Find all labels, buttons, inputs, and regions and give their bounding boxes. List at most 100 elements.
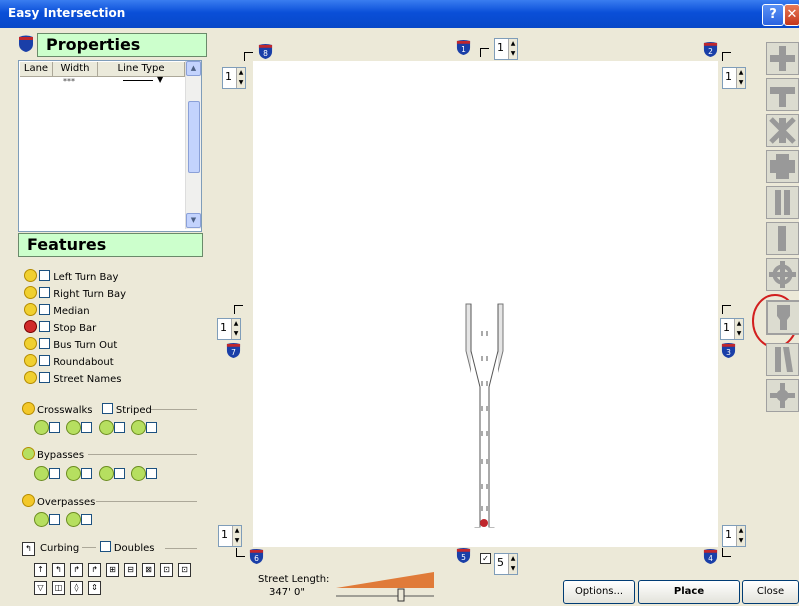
spinner-arrows-icon[interactable]: ▲ ▼ bbox=[232, 526, 241, 546]
street-length-slider[interactable] bbox=[334, 570, 438, 604]
leg-8-shield-icon[interactable]: 8 bbox=[258, 44, 273, 59]
leg-5-shield-icon[interactable]: 5 bbox=[456, 548, 471, 563]
right-turn-bay-checkbox[interactable] bbox=[39, 287, 50, 298]
bus-turn-out-checkbox[interactable] bbox=[39, 338, 50, 349]
crosswalks-group: Crosswalks Striped bbox=[22, 402, 152, 416]
column-header-width[interactable]: Width bbox=[53, 62, 98, 77]
tool-diagonal-intersection[interactable] bbox=[766, 114, 799, 147]
curb-style-3-icon[interactable]: ↱ bbox=[70, 563, 83, 577]
tool-parallel-roads[interactable] bbox=[766, 186, 799, 219]
close-button[interactable]: Close bbox=[742, 580, 799, 604]
scroll-up-icon[interactable]: ▲ bbox=[186, 61, 201, 76]
feature-street-names[interactable]: Street Names bbox=[24, 371, 121, 387]
bypass-c-checkbox[interactable] bbox=[113, 468, 125, 479]
striped-checkbox[interactable] bbox=[101, 403, 113, 414]
crosswalk-c-checkbox[interactable] bbox=[113, 422, 125, 433]
spinner-arrows-icon[interactable]: ▲ ▼ bbox=[736, 68, 745, 88]
title-bar[interactable]: Easy Intersection ? ✕ bbox=[0, 0, 799, 28]
place-button[interactable]: Place bbox=[638, 580, 740, 604]
curb-style-12-icon[interactable]: ◊ bbox=[70, 581, 83, 595]
intersection-canvas[interactable] bbox=[253, 61, 718, 547]
feature-bus-turn-out[interactable]: Bus Turn Out bbox=[24, 337, 117, 353]
leg-4-shield-icon[interactable]: 4 bbox=[703, 549, 718, 564]
bypass-d-checkbox[interactable] bbox=[146, 468, 158, 479]
roundabout-checkbox[interactable] bbox=[39, 355, 50, 366]
curbing-icon: ↰ bbox=[22, 542, 35, 556]
leg-2-shield-icon[interactable]: 2 bbox=[703, 42, 718, 57]
top-left-spinner[interactable]: 1 ▲ ▼ bbox=[222, 67, 246, 89]
divider bbox=[165, 548, 197, 549]
options-button[interactable]: Options... bbox=[563, 580, 635, 604]
tool-cross-roundabout[interactable] bbox=[766, 379, 799, 412]
overpass-b-checkbox[interactable] bbox=[81, 514, 93, 525]
left-turn-bay-checkbox[interactable] bbox=[39, 270, 50, 281]
curb-style-5-icon[interactable]: ⊞ bbox=[106, 563, 119, 577]
bypass-a-checkbox[interactable] bbox=[49, 468, 60, 479]
line-type-dropdown-icon[interactable]: ▼ bbox=[157, 75, 163, 84]
leg-3-shield-icon[interactable]: 3 bbox=[721, 343, 736, 358]
bottom-left-spinner[interactable]: 1 ▲ ▼ bbox=[218, 525, 242, 547]
mid-right-spinner[interactable]: 1 ▲ ▼ bbox=[720, 318, 744, 340]
curb-style-13-icon[interactable]: ⇕ bbox=[88, 581, 101, 595]
spinner-arrows-icon[interactable]: ▲ ▼ bbox=[736, 526, 745, 546]
spinner-arrows-icon[interactable]: ▲ ▼ bbox=[508, 39, 517, 59]
tool-lane-taper[interactable] bbox=[766, 300, 799, 335]
column-header-lane[interactable]: Lane bbox=[20, 62, 53, 77]
straight-road-icon bbox=[778, 226, 786, 251]
tool-t-intersection[interactable] bbox=[766, 78, 799, 111]
feature-median[interactable]: Median bbox=[24, 303, 90, 319]
properties-scrollbar[interactable]: ▲ ▼ bbox=[185, 61, 201, 229]
tool-wide-intersection[interactable] bbox=[766, 150, 799, 183]
mid-left-spinner[interactable]: 1 ▲ ▼ bbox=[217, 318, 241, 340]
tool-offset-road[interactable] bbox=[766, 343, 799, 376]
curb-style-10-icon[interactable]: ▽ bbox=[34, 581, 47, 595]
tool-straight-road[interactable] bbox=[766, 222, 799, 255]
feature-left-turn-bay[interactable]: Left Turn Bay bbox=[24, 269, 118, 285]
feature-right-turn-bay[interactable]: Right Turn Bay bbox=[24, 286, 126, 302]
bottom-right-spinner[interactable]: 1 ▲ ▼ bbox=[722, 525, 746, 547]
top-center-spinner[interactable]: 1 ▲ ▼ bbox=[494, 38, 518, 60]
help-button[interactable]: ? bbox=[762, 4, 784, 26]
spinner-arrows-icon[interactable]: ▲ ▼ bbox=[734, 319, 743, 339]
curb-style-8-icon[interactable]: ⊡ bbox=[160, 563, 173, 577]
leg-1-shield-icon[interactable]: 1 bbox=[456, 40, 471, 55]
street-names-checkbox[interactable] bbox=[39, 372, 50, 383]
curb-style-9-icon[interactable]: ⊡ bbox=[178, 563, 191, 577]
spinner-arrows-icon[interactable]: ▲ ▼ bbox=[508, 554, 517, 574]
spinner-arrows-icon[interactable]: ▲ ▼ bbox=[231, 319, 240, 339]
slider-thumb[interactable] bbox=[397, 588, 405, 602]
corner-marker bbox=[722, 548, 731, 557]
leg-6-shield-icon[interactable]: 6 bbox=[249, 549, 264, 564]
close-window-button[interactable]: ✕ bbox=[784, 4, 799, 26]
leg-5-checkbox[interactable]: ✓ bbox=[480, 553, 491, 564]
top-right-spinner[interactable]: 1 ▲ ▼ bbox=[722, 67, 746, 89]
curb-style-6-icon[interactable]: ⊟ bbox=[124, 563, 137, 577]
curb-style-11-icon[interactable]: ◫ bbox=[52, 581, 65, 595]
scroll-thumb[interactable] bbox=[188, 101, 200, 173]
tool-four-way-intersection[interactable] bbox=[766, 42, 799, 75]
feature-stop-bar[interactable]: Stop Bar bbox=[24, 320, 96, 336]
column-header-line-type[interactable]: Line Type bbox=[98, 62, 185, 77]
crosswalks-icon bbox=[22, 402, 35, 415]
width-cell[interactable]: *** bbox=[63, 77, 75, 86]
spinner-arrows-icon[interactable]: ▲ ▼ bbox=[236, 68, 245, 88]
crosswalk-a-checkbox[interactable] bbox=[49, 422, 60, 433]
curb-style-7-icon[interactable]: ⊠ bbox=[142, 563, 155, 577]
overpass-a-checkbox[interactable] bbox=[49, 514, 60, 525]
curb-style-4-icon[interactable]: ↱ bbox=[88, 563, 101, 577]
properties-table[interactable]: Lane Width Line Type *** ▼ bbox=[18, 60, 202, 232]
crosswalk-b-checkbox[interactable] bbox=[81, 422, 93, 433]
curb-style-1-icon[interactable]: ↑ bbox=[34, 563, 47, 577]
doubles-checkbox[interactable] bbox=[99, 541, 111, 552]
leg-7-shield-icon[interactable]: 7 bbox=[226, 343, 241, 358]
bottom-center-spinner[interactable]: 5 ▲ ▼ bbox=[494, 553, 518, 575]
curb-style-2-icon[interactable]: ↰ bbox=[52, 563, 65, 577]
t-intersection-icon bbox=[770, 87, 795, 107]
stop-bar-checkbox[interactable] bbox=[39, 321, 50, 332]
tool-roundabout[interactable] bbox=[766, 258, 799, 291]
median-checkbox[interactable] bbox=[39, 304, 50, 315]
feature-roundabout[interactable]: Roundabout bbox=[24, 354, 114, 370]
scroll-down-icon[interactable]: ▼ bbox=[186, 213, 201, 228]
crosswalk-d-checkbox[interactable] bbox=[146, 422, 158, 433]
bypass-b-checkbox[interactable] bbox=[81, 468, 93, 479]
